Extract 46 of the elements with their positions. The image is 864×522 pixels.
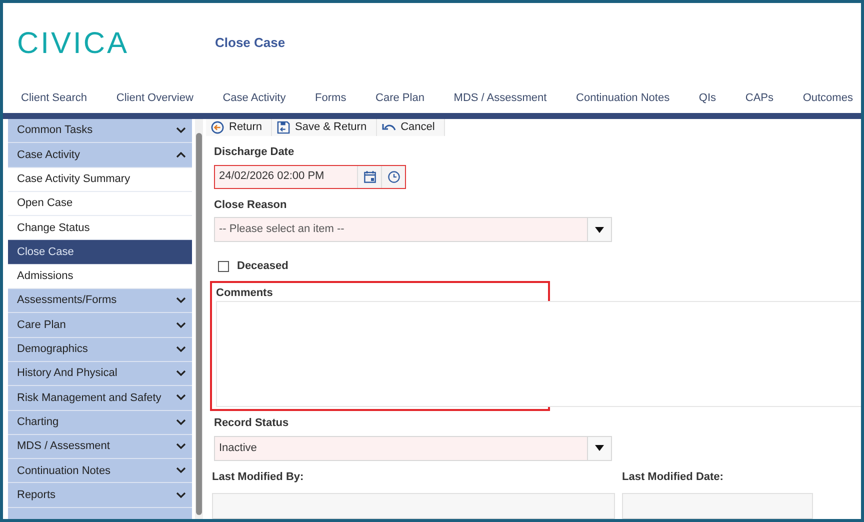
nav-tab[interactable]: CAPs — [745, 90, 774, 106]
calendar-icon — [364, 170, 376, 182]
logo: CIVICA — [17, 26, 130, 62]
sidebar-item[interactable]: Close Case — [8, 240, 192, 265]
select-field[interactable]: -- Please select an item -- — [214, 217, 612, 242]
checkbox-label: Deceased — [237, 259, 288, 274]
field-label: Last Modified By: — [212, 470, 305, 484]
sidebar-group[interactable]: Common Tasks — [8, 119, 192, 144]
undo-icon — [382, 122, 396, 132]
dropdown-caret-icon — [595, 226, 604, 232]
comments-field[interactable] — [216, 301, 861, 407]
sidebar-group[interactable]: Risk Management and Safety — [8, 386, 192, 411]
time-button[interactable] — [381, 166, 405, 188]
sidebar-group[interactable]: Assessments/Forms — [8, 289, 192, 314]
sidebar-group[interactable]: Care Plan — [8, 313, 192, 338]
select-field[interactable]: Inactive — [214, 436, 612, 460]
save-icon — [277, 121, 290, 134]
date-time-field[interactable]: 24/02/2026 02:00 PM — [214, 164, 406, 188]
clock-icon — [388, 170, 400, 182]
sidebar-group[interactable]: Charting — [8, 410, 192, 435]
nav-tab[interactable]: QIs — [698, 90, 716, 106]
nav-tab[interactable]: MDS / Assessment — [454, 90, 547, 106]
field-label: Close Reason — [214, 198, 288, 212]
sidebar-group[interactable]: History And Physical — [8, 362, 192, 386]
nav-tab[interactable]: Client Overview — [116, 90, 194, 106]
checkbox[interactable] — [218, 260, 229, 272]
field-label: Comments — [216, 286, 274, 300]
nav-tab[interactable]: Continuation Notes — [576, 90, 670, 106]
sidebar-group[interactable]: Reports — [8, 483, 192, 508]
dropdown-caret-icon — [595, 445, 604, 451]
field-label: Record Status — [214, 416, 290, 431]
nav-tab[interactable]: Case Activity — [222, 90, 286, 106]
sidebar-group[interactable]: Demographics — [8, 338, 192, 362]
sidebar-group[interactable]: MDS / Assessment — [8, 434, 192, 460]
scrollbar[interactable] — [195, 119, 203, 519]
nav-tab[interactable]: Care Plan — [376, 90, 424, 106]
field-label: Discharge Date — [214, 145, 296, 160]
nav-tab[interactable]: Outcomes — [802, 90, 853, 106]
page-title: Close Case — [215, 34, 286, 52]
calendar-button[interactable] — [357, 166, 381, 188]
sidebar-item[interactable]: Case Activity Summary — [8, 168, 192, 192]
field-label: Last Modified Date: — [622, 470, 724, 484]
nav-tab[interactable]: Forms — [315, 90, 346, 106]
sidebar-group[interactable]: Continuation Notes — [8, 459, 192, 484]
nav-tab[interactable]: Client Search — [21, 90, 88, 106]
sidebar-group[interactable]: Case Activity — [8, 143, 192, 168]
